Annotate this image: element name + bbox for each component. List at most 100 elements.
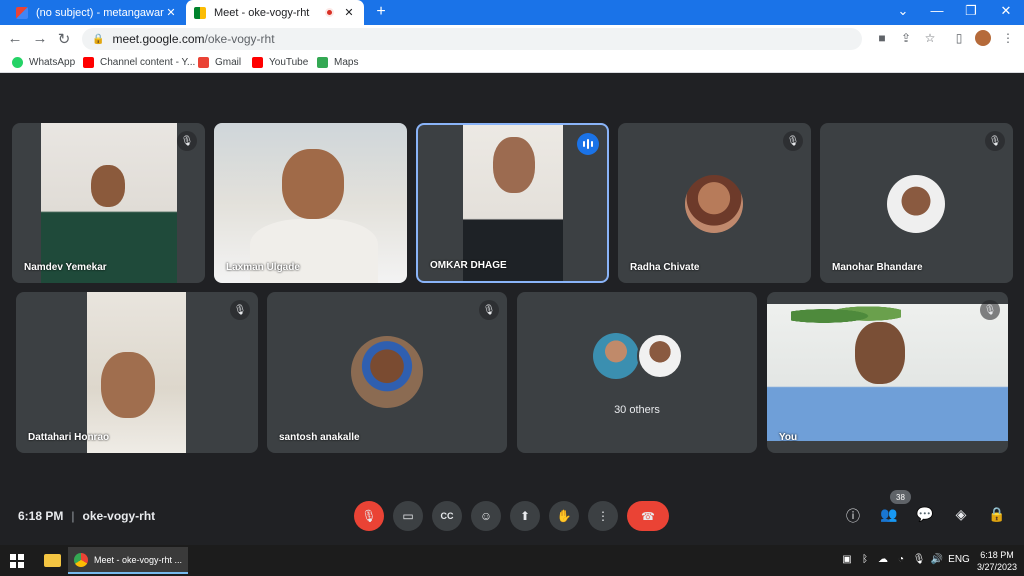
tab-search-icon[interactable]: ⌄ <box>893 3 913 19</box>
mic-off-icon: 🎙 <box>985 131 1005 151</box>
tab-meet[interactable]: Meet - oke-vogy-rht ✕ <box>186 0 364 25</box>
people-button[interactable]: 👥 <box>879 506 899 523</box>
participant-avatar <box>351 336 423 408</box>
hand-icon: ✋ <box>556 509 572 523</box>
volume-icon[interactable]: 🔊 <box>930 554 944 565</box>
side-panel-icon[interactable]: ▯ <box>950 31 968 45</box>
participant-video <box>41 123 177 283</box>
participant-avatar <box>887 175 945 233</box>
meeting-details-button[interactable]: ⓘ <box>843 506 863 526</box>
windows-taskbar: Meet - oke-vogy-rht ... ▣ ᛒ ☁ ◔ 🎙 🔊 ENG … <box>0 545 1024 576</box>
participant-avatar <box>637 333 683 379</box>
self-video <box>767 304 1008 441</box>
info-icon: ⓘ <box>846 508 860 524</box>
mic-off-icon: 🎙 <box>361 509 377 523</box>
tab-gmail[interactable]: (no subject) - metangawar@gma ✕ <box>8 0 186 25</box>
raise-hand-button[interactable]: ✋ <box>549 501 579 531</box>
present-screen-button[interactable]: ⬆ <box>510 501 540 531</box>
participant-tile[interactable]: 🎙 Radha Chivate <box>618 123 811 283</box>
close-window-button[interactable]: ✕ <box>996 3 1016 19</box>
others-tile[interactable]: 30 others <box>517 292 757 453</box>
mic-off-icon: 🎙 <box>783 131 803 151</box>
participant-name: Namdev Yemekar <box>24 262 107 273</box>
system-clock[interactable]: 6:18 PM 3/27/2023 <box>974 549 1020 573</box>
more-options-button[interactable]: ⋮ <box>588 501 618 531</box>
minimize-button[interactable]: — <box>927 3 947 18</box>
self-tile[interactable]: 🎙 You <box>767 292 1008 453</box>
bookmark-whatsapp[interactable]: WhatsApp <box>12 57 75 68</box>
chrome-icon <box>74 552 88 567</box>
tab-title: Meet - oke-vogy-rht <box>214 6 310 19</box>
onedrive-icon[interactable]: ☁ <box>876 554 890 565</box>
reactions-button[interactable]: ☺ <box>471 501 501 531</box>
chat-icon: 💬 <box>916 506 934 522</box>
system-date: 3/27/2023 <box>976 562 1018 572</box>
tray-app-icon[interactable]: ▣ <box>840 554 854 565</box>
youtube-icon <box>83 57 94 68</box>
participant-tile-speaking[interactable]: OMKAR DHAGE <box>416 123 609 283</box>
tab-title: (no subject) - metangawar@gma <box>36 6 164 19</box>
host-controls-button[interactable]: 🔒 <box>987 506 1007 523</box>
file-explorer-icon[interactable] <box>44 554 61 567</box>
participant-tile[interactable]: 🎙 santosh anakalle <box>267 292 507 453</box>
separator: | <box>71 509 75 523</box>
bookmark-maps[interactable]: Maps <box>317 57 358 68</box>
activities-icon: ◈ <box>955 506 967 522</box>
bookmark-star-icon[interactable]: ☆ <box>921 31 939 45</box>
bookmark-youtube[interactable]: YouTube <box>252 57 308 68</box>
participant-tile[interactable]: 🎙 Dattahari Honrao <box>16 292 258 453</box>
meeting-time: 6:18 PM <box>18 509 64 523</box>
participant-name: Dattahari Honrao <box>28 432 110 443</box>
participant-avatar <box>593 333 639 379</box>
language-indicator[interactable]: ENG <box>948 554 970 565</box>
participant-avatar <box>685 175 743 233</box>
new-tab-button[interactable]: + <box>372 3 390 21</box>
activities-button[interactable]: ◈ <box>951 506 971 523</box>
camera-toggle-button[interactable]: ▭ <box>393 501 423 531</box>
meeting-code: oke-vogy-rht <box>82 509 156 523</box>
bookmark-channel-content[interactable]: Channel content - Y... <box>83 57 195 68</box>
participant-name: santosh anakalle <box>279 432 360 443</box>
captions-button[interactable]: CC <box>432 501 462 531</box>
mic-off-icon: 🎙 <box>980 300 1000 320</box>
url-host: meet.google.com <box>112 32 205 46</box>
mic-off-icon: 🎙 <box>177 131 197 151</box>
more-vert-icon: ⋮ <box>597 509 609 523</box>
meet-grid: 🎙 Namdev Yemekar Laxman Ulgade OMKAR DHA… <box>0 73 1024 545</box>
participant-name: OMKAR DHAGE <box>430 260 507 271</box>
lock-icon[interactable]: 🔒 <box>92 34 104 45</box>
windows-start-icon[interactable] <box>10 554 24 568</box>
reload-icon[interactable]: ↻ <box>55 30 73 48</box>
bluetooth-icon[interactable]: ᛒ <box>858 554 872 565</box>
emoji-icon: ☺ <box>479 509 493 523</box>
taskbar-chrome-label: Meet - oke-vogy-rht ... <box>94 554 183 565</box>
taskbar-chrome-item[interactable]: Meet - oke-vogy-rht ... <box>68 547 188 574</box>
participant-tile[interactable]: 🎙 Namdev Yemekar <box>12 123 205 283</box>
meet-icon <box>194 6 206 19</box>
chat-button[interactable]: 💬 <box>915 506 935 523</box>
leave-call-button[interactable]: ☎ <box>627 501 669 531</box>
menu-icon[interactable]: ⋮ <box>999 31 1017 45</box>
camera-in-use-icon[interactable]: ■ <box>873 31 891 45</box>
address-bar-row: ← → ↻ 🔒 meet.google.com/oke-vogy-rht ■ ⇪… <box>0 25 1024 53</box>
back-icon[interactable]: ← <box>6 30 24 47</box>
profile-avatar[interactable] <box>975 30 991 46</box>
microphone-icon[interactable]: 🎙 <box>912 554 926 565</box>
participant-tile[interactable]: 🎙 Manohar Bhandare <box>820 123 1013 283</box>
participant-name: Radha Chivate <box>630 262 700 273</box>
participant-tile[interactable]: Laxman Ulgade <box>214 123 407 283</box>
url-path: /oke-vogy-rht <box>204 32 275 46</box>
mic-toggle-button[interactable]: 🎙 <box>354 501 384 531</box>
bookmark-gmail[interactable]: Gmail <box>198 57 241 68</box>
maximize-button[interactable]: ❐ <box>961 3 981 19</box>
close-tab-icon[interactable]: ✕ <box>342 6 356 19</box>
close-tab-icon[interactable]: ✕ <box>164 6 178 19</box>
captions-icon: CC <box>440 511 454 521</box>
others-count-label: 30 others <box>614 404 660 416</box>
share-icon[interactable]: ⇪ <box>897 31 915 45</box>
forward-icon[interactable]: → <box>31 30 49 47</box>
wifi-icon[interactable]: ◔ <box>894 554 908 565</box>
mic-off-icon: 🎙 <box>230 300 250 320</box>
mic-off-icon: 🎙 <box>479 300 499 320</box>
url-bar[interactable]: 🔒 meet.google.com/oke-vogy-rht <box>82 28 862 50</box>
